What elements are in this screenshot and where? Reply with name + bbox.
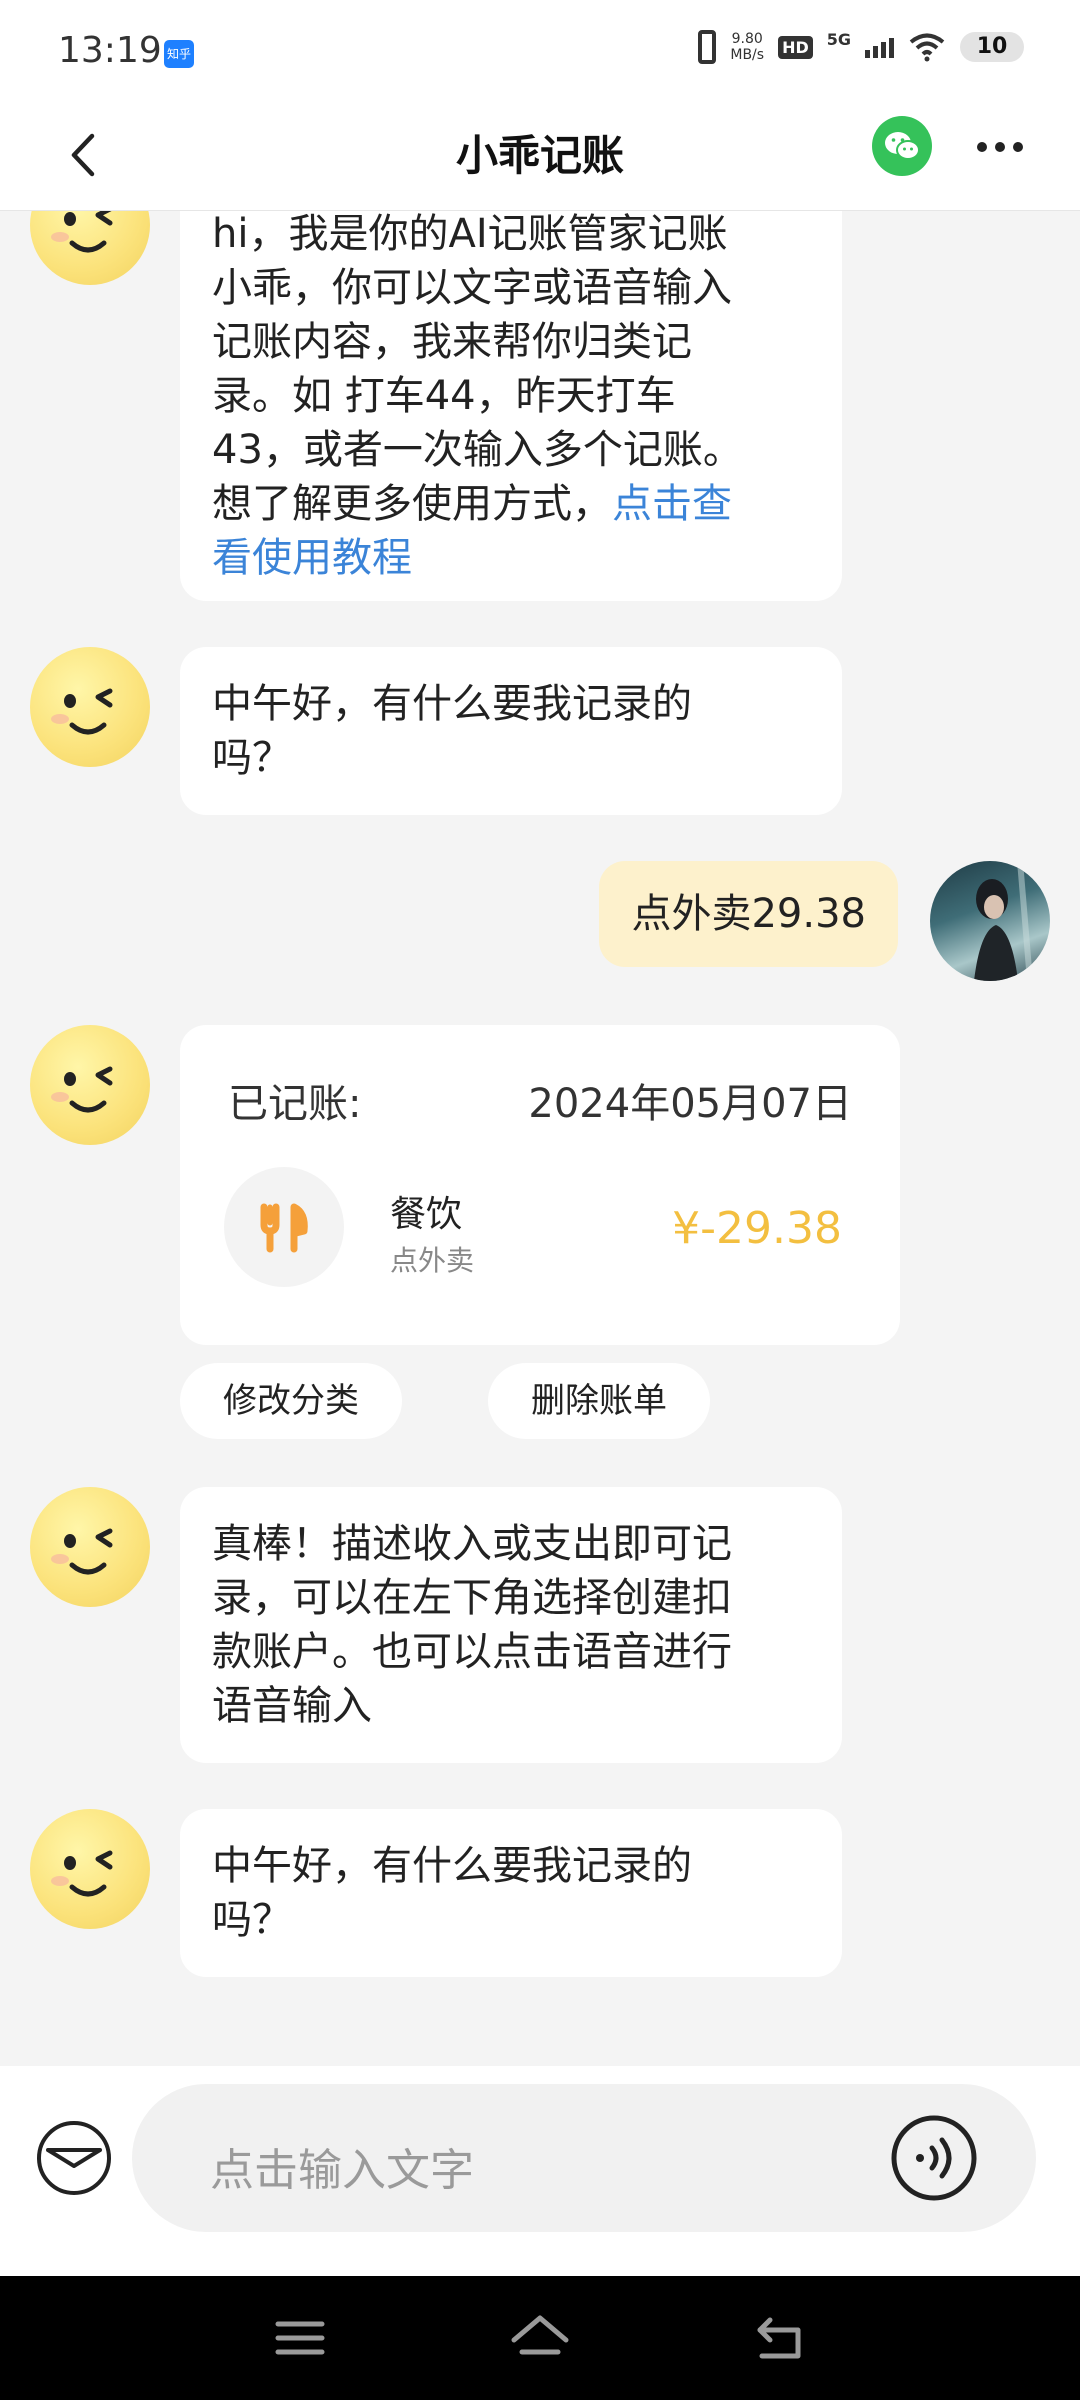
wallet-icon[interactable]: [34, 2118, 114, 2198]
record-amount: ¥-29.38: [672, 1203, 842, 1254]
wechat-icon: [885, 132, 920, 160]
input-placeholder: 点击输入文字: [210, 2145, 474, 2196]
category-name: 餐饮: [390, 1194, 463, 1235]
status-bar: 13:19 知乎 9.80 MB/s HD 5G 10: [0, 0, 1080, 100]
wink-face-icon: [51, 1850, 113, 1897]
network-type: 5G: [826, 29, 851, 49]
text-input[interactable]: 点击输入文字: [132, 2084, 1036, 2232]
zhihu-notification-icon: 知乎: [164, 40, 194, 68]
wechat-share-button[interactable]: [872, 116, 932, 176]
bot-avatar: [30, 1487, 150, 1607]
user-message: 点外卖29.38: [599, 861, 898, 967]
voice-icon[interactable]: [890, 2114, 978, 2202]
message-line: 吗？: [212, 735, 292, 781]
message-line: 吗？: [212, 1897, 292, 1943]
bot-avatar: [30, 1025, 150, 1145]
record-label: 已记账:: [228, 1081, 362, 1127]
wifi-icon: [909, 33, 945, 62]
hd-badge: HD: [778, 35, 813, 59]
intro-text: 想了解更多使用方式，: [212, 481, 612, 527]
bot-message-greeting: 中午好，有什么要我记录的 吗？: [180, 1809, 842, 1977]
signal-icon: [865, 36, 894, 58]
fork-knife-icon: [260, 1203, 308, 1253]
edit-category-button[interactable]: 修改分类: [180, 1363, 402, 1439]
user-avatar[interactable]: [930, 861, 1050, 981]
record-card[interactable]: 已记账: 2024年05月07日 餐饮 点外卖 ¥-29.38: [180, 1025, 900, 1345]
app-header: 小乖记账: [0, 100, 1080, 211]
intro-line: hi，我是你的AI记账管家记账: [212, 211, 728, 257]
intro-line: 录。如 打车44，昨天打车: [212, 373, 676, 419]
delete-bill-button[interactable]: 删除账单: [488, 1363, 710, 1439]
bot-avatar: [30, 211, 150, 285]
home-icon[interactable]: [508, 2306, 572, 2370]
message-line: 中午好，有什么要我记录的: [212, 1843, 692, 1889]
message-line: 语音输入: [212, 1683, 372, 1729]
wink-face-icon: [51, 1528, 113, 1575]
intro-line-with-link: 想了解更多使用方式，点击查: [212, 477, 810, 531]
intro-line: 记账内容，我来帮你归类记: [212, 319, 692, 365]
bot-message-greeting: 中午好，有什么要我记录的 吗？: [180, 647, 842, 815]
status-indicators: 9.80 MB/s HD 5G 10: [698, 30, 1024, 64]
record-note: 点外卖: [390, 1244, 475, 1277]
more-dots-icon[interactable]: [970, 122, 1030, 172]
message-line: 中午好，有什么要我记录的: [212, 681, 692, 727]
input-bar: 点击输入文字: [0, 2066, 1080, 2276]
back-icon[interactable]: [748, 2306, 812, 2370]
record-date: 2024年05月07日: [528, 1081, 852, 1127]
tutorial-link-continued[interactable]: 看使用教程: [212, 531, 810, 585]
intro-line: 小乖，你可以文字或语音输入: [212, 265, 732, 311]
bot-avatar: [30, 647, 150, 767]
system-nav-bar: [0, 2276, 1080, 2400]
wink-face-icon: [51, 1066, 113, 1113]
network-speed-value: 9.80: [731, 31, 763, 47]
vibrate-icon: [698, 30, 717, 64]
bot-message-intro: hi，我是你的AI记账管家记账 小乖，你可以文字或语音输入 记账内容，我来帮你归…: [180, 211, 842, 601]
menu-icon[interactable]: [268, 2306, 332, 2370]
category-icon-circle: [224, 1167, 344, 1287]
network-speed-unit: MB/s: [730, 47, 765, 63]
tutorial-link[interactable]: 点击查: [612, 481, 732, 527]
user-photo: [974, 861, 1033, 981]
message-line: 录，可以在左下角选择创建扣: [212, 1575, 732, 1621]
intro-line: 43，或者一次输入多个记账。: [212, 427, 743, 473]
wink-face-icon: [51, 211, 113, 253]
bot-message-tip: 真棒！描述收入或支出即可记 录，可以在左下角选择创建扣 款账户。也可以点击语音进…: [180, 1487, 842, 1763]
message-line: 真棒！描述收入或支出即可记: [212, 1521, 732, 1567]
chat-area[interactable]: hi，我是你的AI记账管家记账 小乖，你可以文字或语音输入 记账内容，我来帮你归…: [0, 211, 1080, 2066]
message-line: 款账户。也可以点击语音进行: [212, 1629, 732, 1675]
wink-face-icon: [51, 688, 113, 735]
battery-indicator: 10: [960, 32, 1024, 62]
network-speed: 9.80 MB/s: [730, 31, 764, 63]
bot-avatar: [30, 1809, 150, 1929]
status-time: 13:19: [58, 30, 162, 71]
